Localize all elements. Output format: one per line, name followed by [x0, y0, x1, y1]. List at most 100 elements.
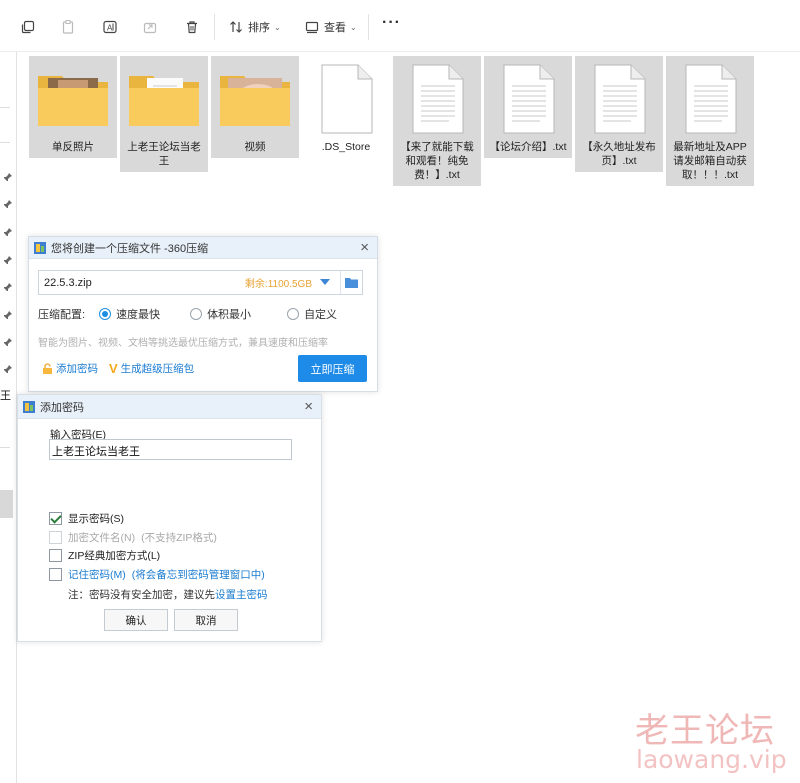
file-item-file[interactable]: .DS_Store — [302, 56, 390, 158]
close-icon[interactable]: × — [360, 240, 369, 255]
divider — [0, 107, 10, 108]
sort-icon — [230, 21, 242, 33]
option-fastest[interactable]: 速度最快 — [99, 306, 160, 322]
more-options-button[interactable]: ··· — [382, 14, 401, 32]
delete-button[interactable] — [184, 16, 200, 38]
file-item-txt[interactable]: 【来了就能下载和观看！纯免费！】.txt — [393, 56, 481, 186]
file-item-txt[interactable]: 最新地址及APP请发邮箱自动获取！！！.txt — [666, 56, 754, 186]
nav-item-truncated[interactable]: 王 — [0, 387, 11, 403]
file-item-txt[interactable]: 【永久地址发布页】.txt — [575, 56, 663, 172]
dialog-title: 添加密码 — [40, 401, 84, 414]
remember-password-option[interactable]: 记住密码(M) (将会备忘到密码管理窗口中) — [49, 567, 265, 582]
archive-name-field[interactable]: 22.5.3.zip 剩余:1100.5GB — [38, 270, 363, 295]
rename-button[interactable]: A — [102, 16, 118, 38]
radio[interactable] — [287, 308, 300, 320]
security-note-text: 注：密码没有安全加密，建议先 — [68, 589, 215, 601]
encrypt-filenames-note: (不支持ZIP格式) — [141, 532, 217, 544]
add-password-link[interactable]: 添加密码 — [42, 361, 98, 376]
security-note: 注：密码没有安全加密，建议先设置主密码 — [68, 587, 268, 602]
divider — [0, 142, 10, 143]
pin-icon[interactable] — [3, 364, 13, 374]
scrollbar-thumb[interactable] — [0, 490, 13, 518]
archive-app-icon — [23, 400, 35, 413]
pin-icon[interactable] — [3, 282, 13, 292]
v-badge-icon: V — [109, 361, 118, 376]
share-button[interactable] — [142, 16, 158, 38]
copy-icon — [21, 20, 35, 34]
lock-icon — [43, 362, 52, 374]
text-file-icon — [670, 64, 750, 134]
add-password-label: 添加密码 — [56, 363, 98, 375]
option-smallest[interactable]: 体积最小 — [190, 306, 251, 322]
checkbox-disabled[interactable] — [49, 531, 62, 544]
confirm-button[interactable]: 确认 — [104, 609, 168, 631]
remember-password-note: (将会备忘到密码管理窗口中) — [131, 569, 265, 581]
pin-icon[interactable] — [3, 227, 13, 237]
zip-classic-label: ZIP经典加密方式(L) — [68, 550, 161, 562]
browse-folder-button[interactable] — [340, 271, 362, 294]
chevron-down-icon: ⌄ — [350, 22, 357, 32]
copy-button[interactable] — [20, 16, 36, 38]
archive-name-value[interactable]: 22.5.3.zip — [39, 277, 245, 289]
super-pack-label: 生成超级压缩包 — [120, 363, 195, 375]
paste-button[interactable] — [60, 16, 76, 38]
add-password-dialog: 添加密码 × 输入密码(E) 上老王论坛当老王 显示密码(S) 加密文件名(N)… — [17, 394, 322, 642]
view-label: 查看 — [324, 22, 346, 34]
radio[interactable] — [190, 308, 203, 320]
option-label: 速度最快 — [116, 309, 161, 321]
dialog-titlebar[interactable]: 添加密码 × — [18, 395, 321, 419]
remember-password-label: 记住密码(M) — [68, 569, 126, 581]
file-item-folder[interactable]: 单反照片 — [29, 56, 117, 158]
file-item-txt[interactable]: 【论坛介绍】.txt — [484, 56, 572, 158]
checkbox[interactable] — [49, 549, 62, 562]
dialog-titlebar[interactable]: 您将创建一个压缩文件 -360压缩 × — [29, 237, 377, 259]
trash-icon — [187, 21, 197, 34]
compress-config-row: 压缩配置: 速度最快 体积最小 自定义 — [38, 306, 337, 322]
super-pack-link[interactable]: V 生成超级压缩包 — [109, 361, 194, 376]
file-item-folder[interactable]: 视频 — [211, 56, 299, 158]
blank-file-icon — [306, 64, 386, 134]
compress-now-button[interactable]: 立即压缩 — [298, 355, 367, 382]
navigation-pane: 王 — [0, 52, 17, 783]
sort-label: 排序 — [248, 22, 270, 34]
sort-button[interactable]: 排序 ⌄ — [228, 16, 281, 38]
view-button[interactable]: 查看 ⌄ — [304, 16, 357, 38]
encrypt-filenames-option[interactable]: 加密文件名(N) (不支持ZIP格式) — [49, 530, 217, 545]
file-item-folder[interactable]: 上老王论坛当老王 — [120, 56, 208, 172]
encrypt-filenames-label: 加密文件名(N) — [68, 532, 136, 544]
pin-icon[interactable] — [3, 337, 13, 347]
file-name: 最新地址及APP请发邮箱自动获取！！！.txt — [673, 141, 747, 181]
checkbox[interactable] — [49, 568, 62, 581]
pin-icon[interactable] — [3, 172, 13, 182]
config-hint: 智能为图片、视频、文档等挑选最优压缩方式，兼具速度和压缩率 — [38, 338, 328, 349]
show-password-option[interactable]: 显示密码(S) — [49, 511, 124, 526]
file-name: 上老王论坛当老王 — [127, 141, 201, 167]
command-toolbar: A 排序 ⌄ 查看 ⌄ ··· — [0, 0, 800, 52]
view-icon — [305, 21, 319, 34]
free-space-label: 剩余:1100.5GB — [244, 279, 312, 290]
checkbox-checked[interactable] — [49, 512, 62, 525]
folder-icon — [33, 64, 113, 134]
toolbar-divider — [368, 14, 369, 40]
folder-icon — [124, 64, 204, 134]
radio-selected[interactable] — [99, 308, 112, 320]
cancel-button[interactable]: 取消 — [174, 609, 238, 631]
set-master-password-link[interactable]: 设置主密码 — [215, 589, 268, 601]
close-icon[interactable]: × — [304, 399, 313, 414]
pin-icon[interactable] — [3, 199, 13, 209]
file-name: 【永久地址发布页】.txt — [582, 141, 656, 167]
pin-icon[interactable] — [3, 310, 13, 320]
show-password-label: 显示密码(S) — [68, 513, 124, 525]
dialog-title: 您将创建一个压缩文件 -360压缩 — [51, 242, 209, 255]
dropdown-arrow-icon[interactable] — [320, 279, 330, 286]
share-icon — [143, 22, 157, 34]
folder-icon — [345, 278, 358, 288]
pin-icon[interactable] — [3, 255, 13, 265]
option-custom[interactable]: 自定义 — [287, 306, 337, 322]
zip-classic-option[interactable]: ZIP经典加密方式(L) — [49, 548, 160, 563]
file-name: 单反照片 — [52, 141, 94, 153]
file-name: .DS_Store — [321, 141, 371, 153]
config-label: 压缩配置: — [38, 309, 86, 321]
option-label: 体积最小 — [207, 309, 252, 321]
password-input[interactable]: 上老王论坛当老王 — [49, 439, 292, 460]
